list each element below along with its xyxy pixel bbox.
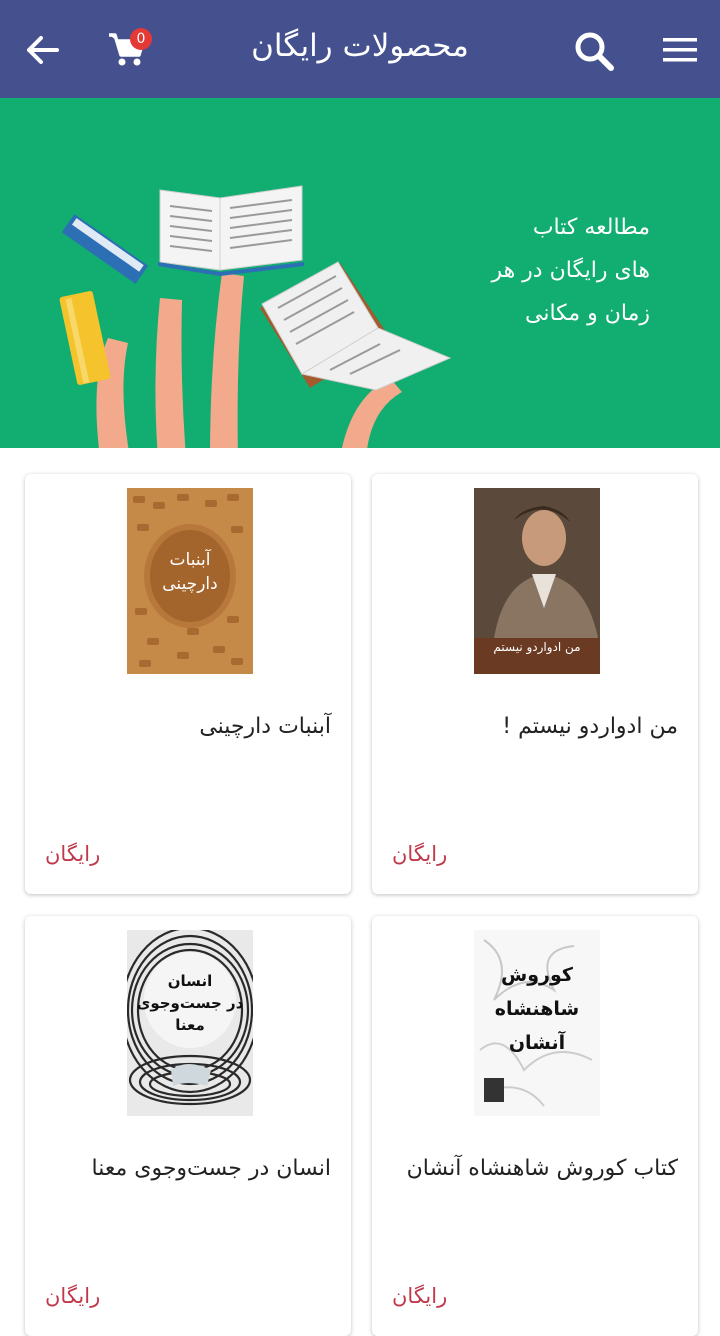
- book-cover-title-line-1: انسان: [167, 972, 213, 990]
- book-cover-title-line-1: آبنبات: [169, 550, 211, 570]
- hamburger-menu-icon[interactable]: [660, 30, 700, 70]
- search-icon[interactable]: [570, 28, 618, 74]
- book-cover-title: انسان در جست‌وجوی معنا: [127, 970, 253, 1036]
- product-price: رایگان: [392, 842, 448, 866]
- product-card[interactable]: من ادواردو نیستم من ادواردو نیستم ! رایگ…: [372, 474, 698, 894]
- book-cover-title-line-2: شاهنشاه: [494, 998, 580, 1020]
- book-cover-image[interactable]: کوروش شاهنشاه آنشان: [474, 930, 600, 1116]
- banner-line-3: زمان و مکانی: [525, 301, 650, 326]
- product-price: رایگان: [45, 842, 101, 866]
- book-cover-title-line-1: کوروش: [501, 964, 573, 986]
- book-cover-title-line-3: معنا: [175, 1016, 205, 1034]
- book-cover-title-line-3: آنشان: [508, 1032, 566, 1054]
- product-card[interactable]: آبنبات دارچینی آبنبات دارچینی رایگان: [25, 474, 351, 894]
- product-title[interactable]: کتاب کوروش شاهنشاه آنشان: [388, 1148, 678, 1190]
- product-title[interactable]: انسان در جست‌وجوی معنا: [41, 1148, 332, 1190]
- product-price: رایگان: [392, 1284, 448, 1308]
- product-card[interactable]: کوروش شاهنشاه آنشان کتاب کوروش شاهنشاه آ…: [372, 916, 698, 1336]
- book-cover-title: من ادواردو نیستم: [493, 640, 581, 654]
- product-title[interactable]: من ادواردو نیستم !: [388, 706, 678, 748]
- book-cover-title: آبنبات دارچینی: [127, 548, 253, 596]
- product-card[interactable]: انسان در جست‌وجوی معنا انسان در جست‌وجوی…: [25, 916, 351, 1336]
- product-price: رایگان: [45, 1284, 101, 1308]
- books-illustration: [59, 185, 452, 448]
- promo-banner[interactable]: مطالعه کتاب های رایگان در هر زمان و مکان…: [0, 98, 720, 448]
- book-cover-image[interactable]: آبنبات دارچینی: [127, 488, 253, 674]
- banner-line-1: مطالعه کتاب: [532, 215, 650, 240]
- book-cover-title-line-2: در جست‌وجوی: [136, 994, 244, 1012]
- product-title[interactable]: آبنبات دارچینی: [41, 706, 331, 748]
- book-cover-image[interactable]: انسان در جست‌وجوی معنا: [127, 930, 253, 1116]
- app-bar: 0 محصولات رایگان: [0, 0, 720, 98]
- book-cover-title-line-2: دارچینی: [162, 574, 218, 594]
- banner-line-2: های رایگان در هر: [491, 258, 650, 283]
- book-cover-title: کوروش شاهنشاه آنشان: [474, 958, 600, 1060]
- book-cover-image[interactable]: من ادواردو نیستم: [474, 488, 600, 674]
- banner-text: مطالعه کتاب های رایگان در هر زمان و مکان…: [460, 206, 650, 335]
